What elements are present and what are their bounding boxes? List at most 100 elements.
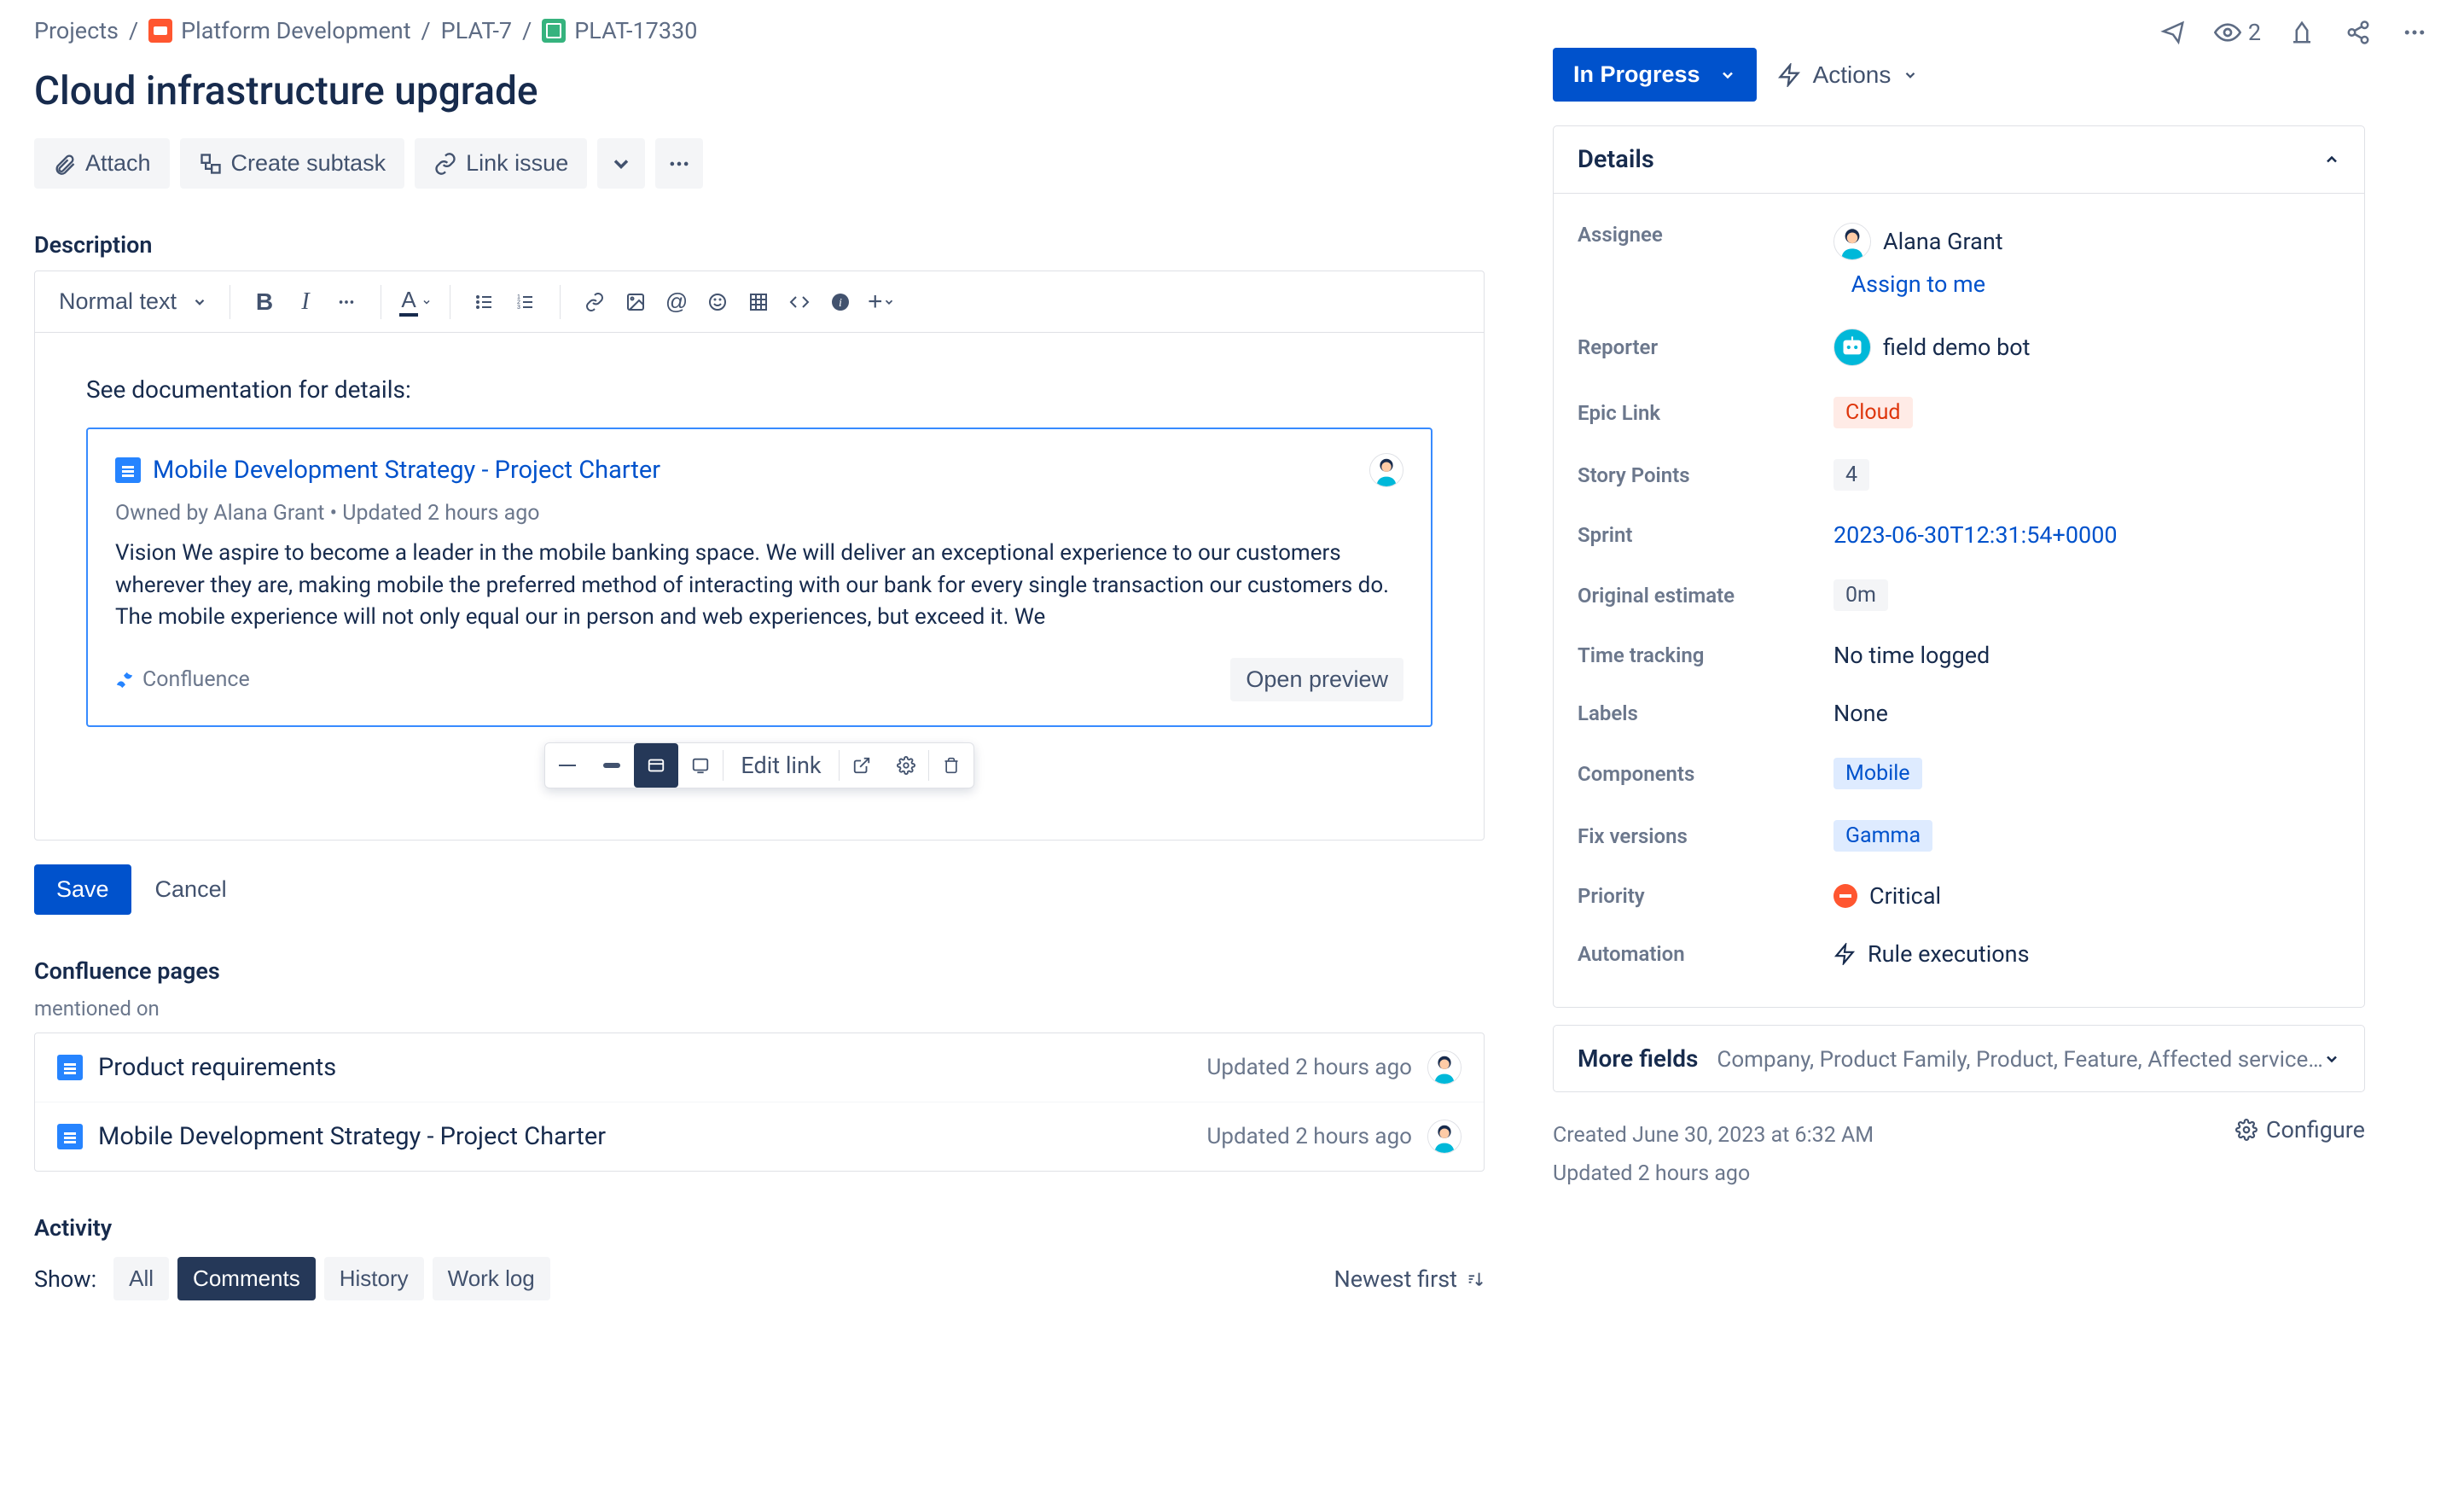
attach-button[interactable]: Attach: [34, 138, 170, 189]
unlink-button[interactable]: [929, 743, 973, 788]
document-icon: [115, 457, 141, 483]
components-lozenge: Mobile: [1833, 758, 1922, 789]
link-issue-button[interactable]: Link issue: [415, 138, 587, 189]
fix-versions-label: Fix versions: [1578, 824, 1833, 848]
automation-value[interactable]: Rule executions: [1833, 940, 2030, 968]
link-settings-button[interactable]: [884, 743, 928, 788]
cancel-button[interactable]: Cancel: [147, 864, 235, 915]
smart-link-title[interactable]: Mobile Development Strategy - Project Ch…: [153, 456, 660, 485]
document-icon: [57, 1124, 83, 1149]
tab-history[interactable]: History: [324, 1257, 424, 1300]
confluence-sublabel: mentioned on: [34, 997, 1485, 1021]
editor-body[interactable]: See documentation for details: Mobile De…: [35, 333, 1484, 840]
link-issue-dropdown[interactable]: [597, 138, 645, 189]
assignee-value[interactable]: Alana Grant: [1833, 223, 2003, 260]
mention-button[interactable]: @: [658, 283, 695, 321]
link-display-inline-button[interactable]: [590, 743, 634, 788]
feedback-icon[interactable]: [2158, 17, 2188, 48]
code-button[interactable]: [781, 283, 818, 321]
table-button[interactable]: [740, 283, 777, 321]
italic-button[interactable]: I: [287, 283, 324, 321]
save-button[interactable]: Save: [34, 864, 131, 915]
fix-versions-lozenge: Gamma: [1833, 820, 1932, 852]
smart-link-card[interactable]: Mobile Development Strategy - Project Ch…: [86, 428, 1432, 727]
link-display-card-button[interactable]: [634, 743, 678, 788]
link-display-url-button[interactable]: [545, 743, 590, 788]
info-button[interactable]: i: [822, 283, 859, 321]
breadcrumb-separator: /: [129, 17, 138, 44]
priority-value[interactable]: Critical: [1833, 882, 1941, 910]
link-button[interactable]: [576, 283, 613, 321]
smart-link-source: Confluence: [115, 667, 250, 692]
story-points-value[interactable]: 4: [1833, 459, 1869, 491]
more-fields-sub: Company, Product Family, Product, Featur…: [1717, 1047, 2322, 1073]
issue-title[interactable]: Cloud infrastructure upgrade: [34, 68, 1485, 114]
issue-type-icon: [542, 19, 566, 43]
edit-link-button[interactable]: Edit link: [724, 752, 838, 779]
breadcrumb-project[interactable]: Platform Development: [148, 17, 410, 44]
breadcrumb-epic[interactable]: PLAT-7: [441, 17, 512, 44]
bullet-list-button[interactable]: [466, 283, 503, 321]
tab-worklog[interactable]: Work log: [433, 1257, 550, 1300]
sort-button[interactable]: Newest first: [1334, 1265, 1485, 1293]
assign-to-me-link[interactable]: Assign to me: [1851, 270, 1985, 298]
breadcrumb-issue[interactable]: PLAT-17330: [542, 17, 697, 44]
activity-heading: Activity: [34, 1214, 1485, 1242]
breadcrumb-projects[interactable]: Projects: [34, 17, 119, 44]
description-editor: Normal text B I A 123 @ i + See document…: [34, 270, 1485, 841]
assignee-name: Alana Grant: [1883, 228, 2003, 255]
attach-label: Attach: [85, 150, 151, 177]
emoji-button[interactable]: [699, 283, 736, 321]
smart-link-avatar: [1369, 453, 1403, 487]
details-header[interactable]: Details: [1554, 126, 2364, 194]
epic-link-value[interactable]: Cloud: [1833, 397, 1913, 428]
updated-date: Updated 2 hours ago: [1553, 1155, 1874, 1193]
vote-icon[interactable]: [2287, 17, 2317, 48]
reporter-value[interactable]: field demo bot: [1833, 329, 2030, 366]
watchers-button[interactable]: 2: [2214, 19, 2261, 46]
description-text: See documentation for details:: [86, 375, 1432, 404]
create-subtask-button[interactable]: Create subtask: [180, 138, 405, 189]
bold-button[interactable]: B: [246, 283, 283, 321]
link-display-embed-button[interactable]: [678, 743, 723, 788]
configure-button[interactable]: Configure: [2235, 1116, 2365, 1143]
priority-text: Critical: [1869, 882, 1941, 910]
tab-comments[interactable]: Comments: [177, 1257, 316, 1300]
text-color-button[interactable]: A: [397, 283, 434, 321]
insert-button[interactable]: +: [863, 283, 900, 321]
share-icon[interactable]: [2343, 17, 2374, 48]
labels-value[interactable]: None: [1833, 700, 1888, 727]
actions-dropdown[interactable]: Actions: [1777, 61, 1919, 89]
details-title: Details: [1578, 145, 1654, 174]
components-value[interactable]: Mobile: [1833, 758, 1922, 789]
link-toolbar: Edit link: [544, 742, 973, 788]
confluence-list: Product requirements Updated 2 hours ago…: [34, 1033, 1485, 1172]
confluence-page-item[interactable]: Product requirements Updated 2 hours ago: [35, 1033, 1484, 1102]
confluence-page-item[interactable]: Mobile Development Strategy - Project Ch…: [35, 1102, 1484, 1171]
time-tracking-value[interactable]: No time logged: [1833, 642, 1990, 669]
more-actions-icon[interactable]: [2399, 17, 2430, 48]
confluence-heading: Confluence pages: [34, 957, 1485, 985]
status-dropdown[interactable]: In Progress: [1553, 48, 1757, 102]
epic-link-lozenge: Cloud: [1833, 397, 1913, 428]
open-link-button[interactable]: [840, 743, 884, 788]
watchers-count: 2: [2248, 19, 2261, 46]
sort-label: Newest first: [1334, 1265, 1457, 1293]
fix-versions-value[interactable]: Gamma: [1833, 820, 1932, 852]
toolbar-separator: [560, 285, 561, 319]
more-fields-panel[interactable]: More fields Company, Product Family, Pro…: [1553, 1025, 2365, 1092]
text-style-dropdown[interactable]: Normal text: [52, 280, 214, 323]
automation-text: Rule executions: [1868, 940, 2030, 968]
project-icon: [148, 19, 172, 43]
image-button[interactable]: [617, 283, 654, 321]
numbered-list-button[interactable]: 123: [507, 283, 544, 321]
more-formatting-button[interactable]: [328, 283, 365, 321]
open-preview-button[interactable]: Open preview: [1230, 658, 1403, 701]
sprint-value[interactable]: 2023-06-30T12:31:54+0000: [1833, 521, 2118, 549]
chevron-down-icon: [2323, 1050, 2340, 1067]
orig-est-value[interactable]: 0m: [1833, 579, 1888, 611]
more-button[interactable]: [655, 138, 703, 189]
editor-toolbar: Normal text B I A 123 @ i +: [35, 271, 1484, 333]
tab-all[interactable]: All: [113, 1257, 169, 1300]
configure-label: Configure: [2266, 1116, 2365, 1143]
